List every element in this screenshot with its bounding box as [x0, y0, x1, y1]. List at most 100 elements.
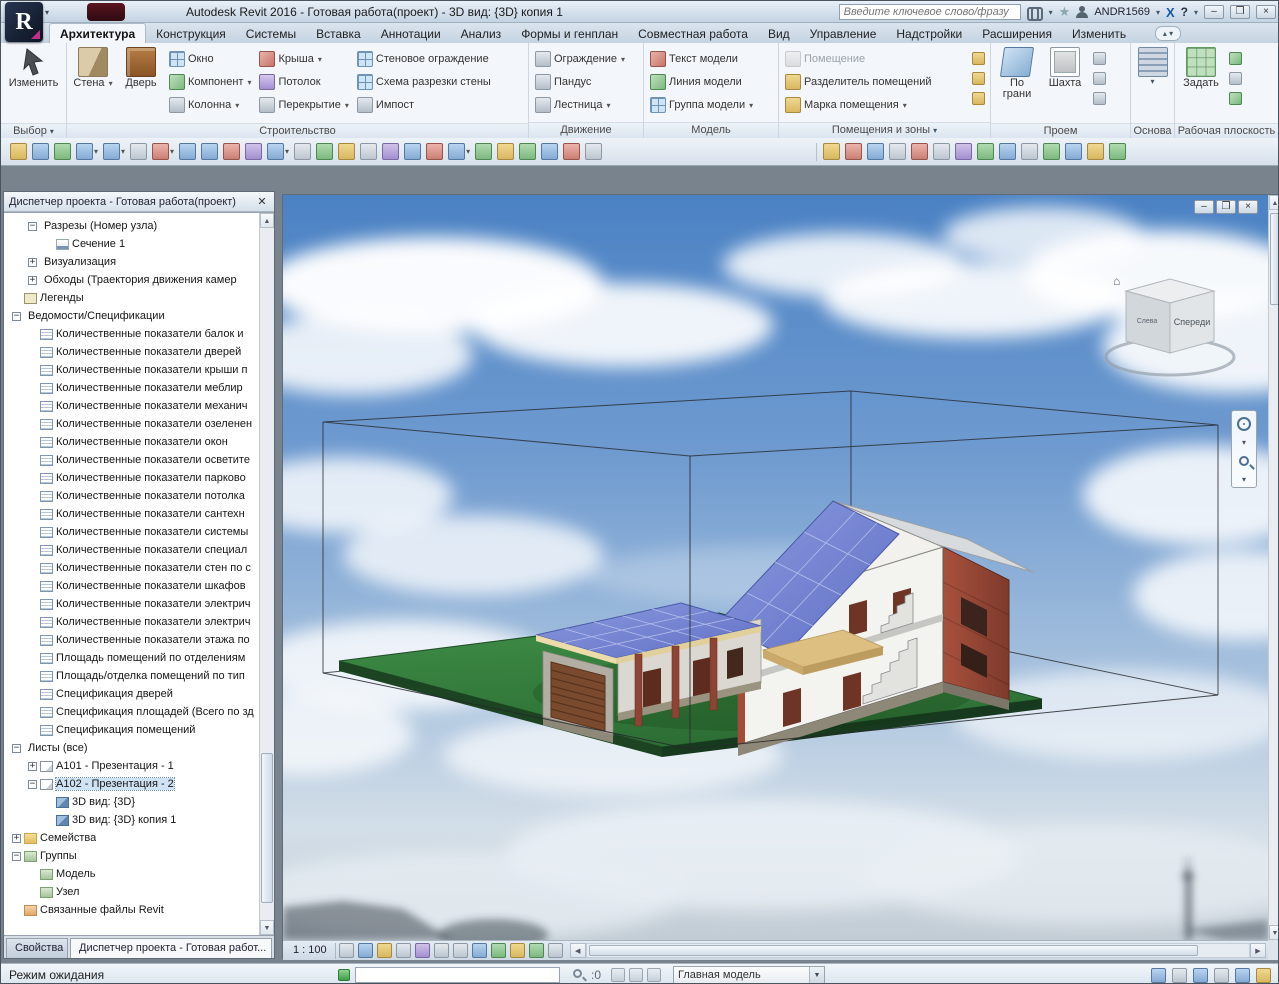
angular-dimension-button[interactable]: ▾	[200, 142, 219, 161]
opening-by-face-button[interactable]: По грани	[994, 45, 1040, 121]
ribbon-tab[interactable]: Аннотации	[371, 24, 451, 43]
view-close-button[interactable]: ×	[1238, 200, 1258, 214]
window-button[interactable]: Окно	[166, 48, 254, 70]
split-element-button[interactable]: ▾	[584, 142, 603, 161]
help-icon[interactable]: ?	[1181, 5, 1188, 19]
scroll-left-icon[interactable]: ◀	[570, 943, 586, 958]
ref-plane-button[interactable]: ▾	[1042, 142, 1061, 161]
wall-opening-button[interactable]	[1090, 49, 1108, 67]
view-restore-button[interactable]: ❒	[1216, 200, 1236, 214]
rendering-dialog-button[interactable]	[414, 942, 431, 959]
railing-button[interactable]: Ограждение▾	[532, 48, 628, 70]
tree-item[interactable]: Количественные показатели потолка	[4, 487, 259, 505]
revit-logo[interactable]: R	[5, 2, 43, 42]
detail-line-button[interactable]: ▾	[474, 142, 493, 161]
mullion-button[interactable]: Импост	[354, 94, 494, 116]
tree-item[interactable]: − Листы (все)	[4, 739, 259, 757]
ribbon-tab[interactable]: Управление	[800, 24, 887, 43]
ribbon-tab[interactable]: Системы	[236, 24, 306, 43]
zoom-caret-icon[interactable]: ▾	[1242, 475, 1246, 484]
default-3d-view-button[interactable]: ▾	[266, 142, 290, 161]
displacement-sets-button[interactable]	[547, 942, 564, 959]
tree-expander-icon[interactable]: +	[28, 258, 37, 267]
ribbon-collapse-button[interactable]: ▴ ▾	[1155, 26, 1181, 41]
room-button[interactable]: Помещение	[782, 48, 967, 70]
project-browser-header[interactable]: Диспетчер проекта - Готовая работа(проек…	[4, 192, 274, 212]
design-options-select[interactable]: Главная модель ▼	[673, 966, 825, 984]
text-button[interactable]: ▾	[222, 142, 241, 161]
ribbon-tab[interactable]: Вид	[758, 24, 800, 43]
vertical-scrollbar[interactable]: ▲ ▼	[1268, 195, 1279, 940]
curtain-wall-button[interactable]: Стеновое ограждение	[354, 48, 494, 70]
wheel-caret-icon[interactable]: ▾	[1242, 438, 1246, 447]
select-underlay-toggle[interactable]	[1171, 967, 1188, 984]
tree-item[interactable]: Количественные показатели механич	[4, 397, 259, 415]
tree-item[interactable]: + Семейства	[4, 829, 259, 847]
scroll-thumb[interactable]	[261, 753, 273, 903]
tree-item[interactable]: Количественные показатели шкафов	[4, 577, 259, 595]
pin-button[interactable]: ▾	[540, 142, 559, 161]
tab-properties[interactable]: Свойства	[6, 938, 68, 958]
visual-style-button[interactable]	[357, 942, 374, 959]
paint-button[interactable]: ▾	[562, 142, 581, 161]
tree-item[interactable]: Сечение 1	[4, 235, 259, 253]
tree-expander-icon[interactable]: −	[28, 222, 37, 231]
tree-item[interactable]: − Группы	[4, 847, 259, 865]
tree-expander-icon[interactable]: −	[28, 780, 37, 789]
crop-view-button[interactable]	[433, 942, 450, 959]
ribbon-tab[interactable]: Вставка	[306, 24, 371, 43]
panel-label-build[interactable]: Строительство	[67, 123, 528, 138]
tree-item[interactable]: Количественные показатели парково	[4, 469, 259, 487]
tree-item[interactable]: Количественные показатели дверей	[4, 343, 259, 361]
tree-item[interactable]: Количественные показатели электрич	[4, 613, 259, 631]
shaft-button[interactable]: Шахта	[1042, 45, 1088, 121]
tree-item[interactable]: Количественные показатели этажа по	[4, 631, 259, 649]
scroll-down-icon[interactable]: ▼	[260, 920, 274, 935]
tree-item[interactable]: Модель	[4, 865, 259, 883]
ribbon-tab[interactable]: Надстройки	[886, 24, 972, 43]
sync-with-central-button[interactable]: ▾	[53, 142, 72, 161]
show-workplane-button[interactable]	[1226, 49, 1244, 67]
panel-label-model[interactable]: Модель	[644, 122, 778, 138]
lock-3d-view-button[interactable]	[471, 942, 488, 959]
dormer-opening-button[interactable]	[1090, 89, 1108, 107]
navigation-wheel-button[interactable]	[1234, 414, 1254, 434]
tree-item[interactable]: − A102 - Презентация - 2	[4, 775, 259, 793]
dimension-tool-button[interactable]: ▾	[1064, 142, 1083, 161]
3d-viewport[interactable]: Слева Спереди ⌂ – ❒ × ▾ ▾	[283, 195, 1268, 940]
viewcube-left-label[interactable]: Слева	[1137, 318, 1158, 325]
tree-item[interactable]: Количественные показатели системы	[4, 523, 259, 541]
tree-item[interactable]: + A101 - Презентация - 1	[4, 757, 259, 775]
window-tool-button[interactable]: ▾	[866, 142, 885, 161]
component-button[interactable]: Компонент▾	[166, 71, 254, 93]
tree-expander-icon[interactable]: +	[28, 276, 37, 285]
3d-scene[interactable]: Слева Спереди ⌂	[283, 195, 1268, 940]
infocenter-search-input[interactable]	[839, 4, 1021, 20]
editable-only-icon[interactable]	[611, 968, 625, 982]
tree-expander-icon[interactable]: −	[12, 852, 21, 861]
selection-filter-button[interactable]	[1255, 967, 1272, 984]
tree-item[interactable]: + Визуализация	[4, 253, 259, 271]
ribbon-tab[interactable]: Изменить	[1062, 24, 1136, 43]
tree-item[interactable]: Количественные показатели стен по с	[4, 559, 259, 577]
thin-lines-button[interactable]: ▾	[403, 142, 422, 161]
tree-expander-icon[interactable]: −	[12, 744, 21, 753]
favorites-star-icon[interactable]: ★	[1059, 6, 1071, 18]
workset-status-icon[interactable]	[338, 969, 350, 981]
model-line-button[interactable]: Линия модели	[647, 71, 756, 93]
ribbon-tab[interactable]: Формы и генплан	[511, 24, 628, 43]
ribbon-tab[interactable]: Архитектура	[49, 23, 146, 43]
door-tool-button[interactable]: ▾	[844, 142, 863, 161]
tree-item[interactable]: Количественные показатели специал	[4, 541, 259, 559]
panel-label-rooms[interactable]: Помещения и зоны ▾	[779, 122, 990, 138]
save-button[interactable]: ▾	[31, 142, 50, 161]
panel-label-opening[interactable]: Проем	[991, 123, 1130, 138]
tree-item[interactable]: Площадь/отделка помещений по тип	[4, 667, 259, 685]
minimize-button[interactable]: –	[1204, 5, 1224, 19]
door-button[interactable]: Дверь	[118, 45, 164, 121]
select-pinned-toggle[interactable]	[1192, 967, 1209, 984]
sun-path-button[interactable]	[376, 942, 393, 959]
tree-item[interactable]: Спецификация помещений	[4, 721, 259, 739]
undo-button[interactable]: ▾	[75, 142, 99, 161]
select-links-toggle[interactable]	[1150, 967, 1167, 984]
